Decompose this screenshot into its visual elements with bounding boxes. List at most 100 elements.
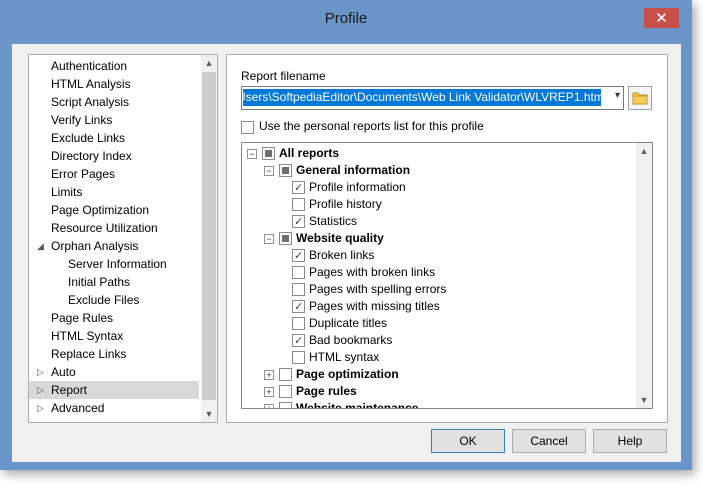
scroll-up-icon[interactable]: ▲ — [201, 55, 217, 71]
report-checkbox[interactable] — [292, 247, 305, 264]
window-title: Profile — [324, 10, 368, 27]
scroll-down-icon[interactable]: ▼ — [636, 392, 652, 408]
report-tree-label: Page rules — [296, 384, 357, 398]
nav-item-label: HTML Analysis — [51, 77, 131, 91]
report-tree-row[interactable]: Bad bookmarks — [242, 332, 632, 349]
report-checkbox[interactable] — [279, 232, 292, 245]
report-tree-row[interactable]: Duplicate titles — [242, 315, 632, 332]
scroll-down-icon[interactable]: ▼ — [201, 406, 217, 422]
nav-item[interactable]: Limits — [29, 183, 199, 201]
report-checkbox[interactable] — [279, 402, 292, 408]
expanded-arrow-icon[interactable]: ◢ — [37, 237, 44, 255]
report-tree-row[interactable]: Profile history — [242, 196, 632, 213]
close-icon: ✕ — [655, 10, 668, 27]
nav-item[interactable]: Authentication — [29, 57, 199, 75]
report-tree-row[interactable]: HTML syntax — [242, 349, 632, 366]
report-tree-row[interactable]: − General information — [242, 162, 632, 179]
report-tree-label: Page optimization — [296, 367, 399, 381]
expand-icon[interactable]: + — [264, 370, 274, 380]
report-tree-row[interactable]: + Page optimization — [242, 366, 632, 383]
report-checkbox[interactable] — [262, 147, 275, 160]
nav-item[interactable]: Resource Utilization — [29, 219, 199, 237]
collapse-icon[interactable]: − — [264, 234, 274, 244]
nav-item-label: Advanced — [51, 401, 105, 415]
nav-item-label: Initial Paths — [68, 275, 131, 289]
chevron-down-icon[interactable]: ▾ — [615, 90, 620, 101]
report-tree-label: Profile information — [309, 180, 406, 194]
collapse-icon[interactable]: − — [247, 149, 257, 159]
report-filename-value[interactable]: Users\SoftpediaEditor\Documents\Web Link… — [243, 89, 601, 106]
report-settings-panel: Report filename Users\SoftpediaEditor\Do… — [226, 54, 668, 423]
nav-item[interactable]: Initial Paths — [29, 273, 199, 291]
nav-item[interactable]: Exclude Files — [29, 291, 199, 309]
nav-item[interactable]: Replace Links — [29, 345, 199, 363]
nav-item[interactable]: ▷ Auto — [29, 363, 199, 381]
nav-item[interactable]: Error Pages — [29, 165, 199, 183]
nav-item[interactable]: Exclude Links — [29, 129, 199, 147]
ok-button[interactable]: OK — [431, 429, 505, 453]
report-tree-label: All reports — [279, 146, 340, 160]
scroll-up-icon[interactable]: ▲ — [636, 143, 652, 159]
expand-icon[interactable]: + — [264, 387, 274, 397]
nav-item[interactable]: Script Analysis — [29, 93, 199, 111]
category-scrollbar[interactable]: ▲ ▼ — [201, 55, 217, 422]
report-checkbox[interactable] — [292, 213, 305, 230]
collapse-icon[interactable]: − — [264, 166, 274, 176]
cancel-button[interactable]: Cancel — [512, 429, 586, 453]
browse-folder-button[interactable] — [628, 86, 652, 110]
nav-item-label: Report — [51, 383, 88, 397]
report-checkbox[interactable] — [279, 164, 292, 177]
report-tree-label: General information — [296, 163, 411, 177]
report-tree-row[interactable]: Profile information — [242, 179, 632, 196]
report-tree-row[interactable]: + Page rules — [242, 383, 632, 400]
report-tree-row[interactable]: Broken links — [242, 247, 632, 264]
help-button[interactable]: Help — [593, 429, 667, 453]
nav-item[interactable]: ◢ Orphan Analysis — [29, 237, 199, 255]
title-bar[interactable]: Profile ✕ — [0, 0, 692, 34]
report-tree-row[interactable]: + Website maintenance — [242, 400, 632, 408]
dialog-client-area: ▲ ▼ Authentication HTML Analysis Script An… — [12, 44, 681, 462]
report-checkbox[interactable] — [292, 317, 305, 330]
nav-item-label: Resource Utilization — [51, 221, 158, 235]
report-checkbox[interactable] — [292, 179, 305, 196]
report-tree-row[interactable]: − All reports — [242, 145, 632, 162]
report-tree-label: HTML syntax — [309, 350, 380, 364]
report-checkbox[interactable] — [292, 332, 305, 349]
report-tree-label: Broken links — [309, 248, 375, 262]
report-checkbox[interactable] — [279, 385, 292, 398]
category-tree[interactable]: ▲ ▼ Authentication HTML Analysis Script An… — [28, 54, 218, 423]
scroll-thumb[interactable] — [202, 72, 216, 400]
reports-scrollbar[interactable]: ▲ ▼ — [636, 143, 652, 408]
close-button[interactable]: ✕ — [644, 8, 679, 28]
report-checkbox[interactable] — [292, 283, 305, 296]
report-tree-label: Pages with missing titles — [309, 299, 440, 313]
report-checkbox[interactable] — [279, 368, 292, 381]
report-tree-row[interactable]: Pages with spelling errors — [242, 281, 632, 298]
nav-item[interactable]: Page Rules — [29, 309, 199, 327]
report-tree-row[interactable]: Statistics — [242, 213, 632, 230]
nav-item[interactable]: Directory Index — [29, 147, 199, 165]
reports-tree[interactable]: + Website maintenance + Page rules + Page opt… — [241, 142, 653, 409]
report-checkbox[interactable] — [292, 266, 305, 279]
collapsed-arrow-icon[interactable]: ▷ — [37, 363, 44, 381]
nav-item[interactable]: Server Information — [29, 255, 199, 273]
report-checkbox[interactable] — [292, 198, 305, 211]
nav-item[interactable]: ▷ Advanced — [29, 399, 199, 417]
personal-reports-checkbox[interactable] — [241, 121, 254, 134]
report-tree-row[interactable]: − Website quality — [242, 230, 632, 247]
nav-item[interactable]: HTML Syntax — [29, 327, 199, 345]
nav-item[interactable]: ▷ Report — [29, 381, 199, 399]
report-checkbox[interactable] — [292, 298, 305, 315]
collapsed-arrow-icon[interactable]: ▷ — [37, 399, 44, 417]
nav-item[interactable]: Page Optimization — [29, 201, 199, 219]
profile-dialog: Profile ✕ ▲ ▼ Authentication HTML Analysi… — [0, 0, 692, 470]
expand-icon[interactable]: + — [264, 404, 274, 408]
nav-item[interactable]: HTML Analysis — [29, 75, 199, 93]
nav-item[interactable]: Verify Links — [29, 111, 199, 129]
report-filename-combo[interactable]: Users\SoftpediaEditor\Documents\Web Link… — [241, 86, 624, 110]
report-tree-row[interactable]: Pages with missing titles — [242, 298, 632, 315]
nav-item-label: Orphan Analysis — [51, 239, 139, 253]
collapsed-arrow-icon[interactable]: ▷ — [37, 381, 44, 399]
report-tree-row[interactable]: Pages with broken links — [242, 264, 632, 281]
report-checkbox[interactable] — [292, 351, 305, 364]
